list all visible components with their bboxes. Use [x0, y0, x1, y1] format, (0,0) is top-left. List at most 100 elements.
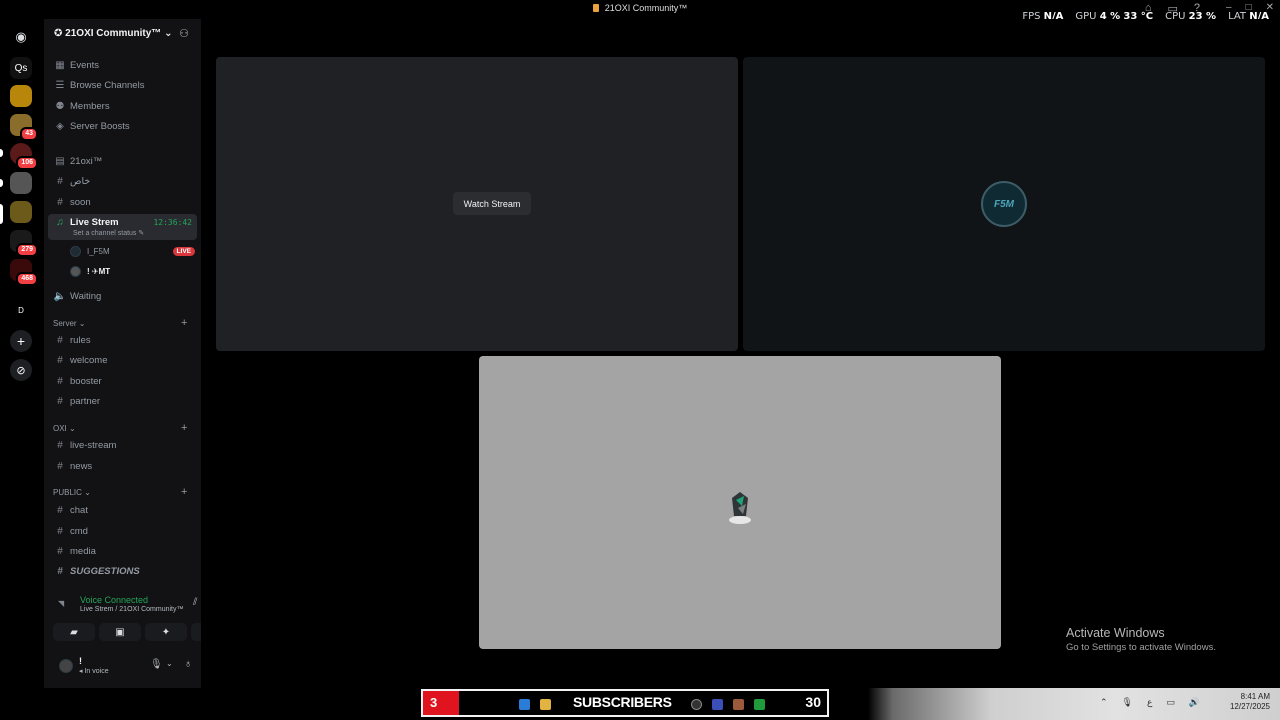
category-server[interactable]: Server ⌄ +: [53, 317, 187, 329]
headphones-icon[interactable]: ♁: [184, 658, 192, 670]
server-icon-3[interactable]: 106: [10, 143, 38, 170]
discord-taskbar-icon[interactable]: [712, 699, 723, 710]
screen-share-icon: ▣: [115, 626, 125, 638]
clock[interactable]: 8:41 AM 12/27/2025: [1230, 692, 1270, 712]
unread-pill: [0, 179, 3, 187]
camera-off-icon: ▰: [70, 626, 78, 638]
selected-pill: [0, 204, 3, 224]
channel-khas[interactable]: # خاص: [48, 172, 197, 190]
hash-icon: #: [57, 460, 63, 472]
link-events[interactable]: ▦ Events: [48, 56, 197, 74]
category-oxi[interactable]: OXI ⌄ +: [53, 422, 187, 434]
voice-connected-label[interactable]: Voice Connected: [80, 595, 148, 605]
voice-timer: 12:36:42: [153, 218, 192, 227]
windows-start-icon[interactable]: [519, 699, 530, 710]
participant-tile-mt[interactable]: [479, 356, 1001, 649]
hash-icon: #: [57, 545, 63, 557]
hash-icon: #: [57, 196, 63, 208]
participant-tile-f5m[interactable]: F5M: [743, 57, 1265, 351]
server-icon-4[interactable]: [10, 172, 32, 194]
mic-tray-icon[interactable]: 🎙: [1122, 697, 1133, 708]
file-explorer-icon[interactable]: [540, 699, 551, 710]
rules-icon: ▤: [55, 155, 65, 167]
stream-tile-hidden[interactable]: Watch Stream: [216, 57, 738, 351]
add-channel-icon[interactable]: +: [181, 486, 187, 498]
calendar-icon: ▦: [55, 59, 65, 71]
channel-cmd[interactable]: # cmd: [48, 522, 197, 540]
add-channel-icon[interactable]: +: [181, 317, 187, 329]
language-icon[interactable]: ع: [1147, 697, 1152, 708]
guild-name[interactable]: ✪ 21OXI Community™ ⌄: [54, 28, 172, 39]
invite-icon[interactable]: ⚇: [179, 27, 189, 40]
channel-welcome[interactable]: # welcome: [48, 351, 197, 369]
subs-goal: 30: [805, 694, 821, 710]
channel-media[interactable]: # media: [48, 542, 197, 560]
voice-user-mt[interactable]: ! ✈MT: [70, 266, 110, 277]
category-public[interactable]: PUBLIC ⌄ +: [53, 486, 187, 498]
chevron-up-icon[interactable]: ⌃: [1100, 697, 1108, 708]
link-members[interactable]: ⚉ Members: [48, 97, 197, 115]
voice-user-f5m[interactable]: I_F5M: [70, 246, 110, 257]
volume-icon[interactable]: 🔊: [1189, 697, 1200, 708]
user-avatar[interactable]: [59, 659, 73, 673]
channel-21oxi[interactable]: ▤ 21oxi™: [48, 152, 197, 170]
channel-rules[interactable]: # rules: [48, 331, 197, 349]
network-icon[interactable]: ▭: [1166, 697, 1175, 708]
server-qs[interactable]: Qs: [10, 57, 32, 79]
channel-sidebar: ✪ 21OXI Community™ ⌄ ⚇ ▦ Events ☰ Browse C…: [44, 19, 233, 688]
chevron-down-icon[interactable]: ⌄: [166, 659, 173, 668]
channel-suggestions[interactable]: # SUGGESTIONS: [48, 562, 197, 580]
channel-soon[interactable]: # soon: [48, 193, 197, 211]
app-icon[interactable]: [691, 699, 702, 710]
avatar: [70, 246, 81, 257]
voice-icon: ♫: [56, 217, 64, 228]
link-server-boosts[interactable]: ◈ Server Boosts: [48, 117, 197, 135]
add-channel-icon[interactable]: +: [181, 422, 187, 434]
server-icon-2[interactable]: 43: [10, 114, 38, 141]
server-folder[interactable]: D: [10, 299, 32, 321]
subs-count: 3: [423, 691, 459, 715]
channel-news[interactable]: # news: [48, 457, 197, 475]
server-21oxi[interactable]: [10, 201, 32, 223]
channel-booster[interactable]: # booster: [48, 372, 197, 390]
mic-icon[interactable]: 🎙: [150, 659, 163, 670]
app-icon[interactable]: [733, 699, 744, 710]
add-server-icon[interactable]: +: [10, 330, 32, 352]
user-name[interactable]: !: [79, 656, 82, 666]
voice-location[interactable]: Live Strem / 21OXI Community™: [80, 606, 183, 613]
voice-stage: Watch Stream F5M Activate Windows Go to …: [201, 19, 1280, 688]
discord-home-icon[interactable]: ◉: [10, 26, 32, 48]
list-icon: ☰: [55, 79, 65, 91]
discover-icon[interactable]: ⊘: [10, 359, 32, 381]
system-tray: ⌃ 🎙 ع ▭ 🔊: [1100, 697, 1200, 708]
unread-pill: [0, 149, 3, 157]
hash-icon: #: [57, 395, 63, 407]
hash-icon: #: [57, 354, 63, 366]
activities-button[interactable]: ✦: [145, 623, 187, 641]
camera-button[interactable]: ▰: [53, 623, 95, 641]
members-icon: ⚉: [55, 100, 65, 112]
activities-icon: ✦: [161, 626, 171, 638]
hash-icon: #: [57, 439, 63, 451]
user-status: ◂ In voice: [79, 668, 109, 675]
hash-icon: #: [57, 504, 63, 516]
channel-partner[interactable]: # partner: [48, 392, 197, 410]
guild-header[interactable]: ✪ 21OXI Community™ ⌄ ⚇: [44, 19, 201, 49]
activate-windows-watermark: Activate Windows Go to Settings to activ…: [1066, 626, 1216, 653]
server-icon-7[interactable]: 468: [10, 259, 38, 286]
channel-status[interactable]: Set a channel status ✎: [73, 229, 144, 237]
server-icon-1[interactable]: [10, 85, 32, 107]
xbox-icon[interactable]: [754, 699, 765, 710]
watch-stream-button[interactable]: Watch Stream: [453, 192, 531, 215]
live-badge: LIVE: [172, 247, 195, 256]
voice-channel-waiting[interactable]: 🔈 Waiting: [48, 287, 197, 305]
channel-live-stream[interactable]: # live-stream: [48, 436, 197, 454]
link-browse-channels[interactable]: ☰ Browse Channels: [48, 76, 197, 94]
channel-chat[interactable]: # chat: [48, 501, 197, 519]
subs-label: SUBSCRIBERS: [573, 694, 672, 710]
subscriber-counter-widget: 3 SUBSCRIBERS 30: [421, 689, 829, 717]
screen-share-button[interactable]: ▣: [99, 623, 141, 641]
noise-suppression-icon[interactable]: ⫽: [193, 597, 197, 608]
server-icon-6[interactable]: 279: [10, 230, 38, 257]
voice-channel-live-strem[interactable]: ♫ Live Strem 12:36:42 Set a channel statu…: [48, 214, 197, 240]
